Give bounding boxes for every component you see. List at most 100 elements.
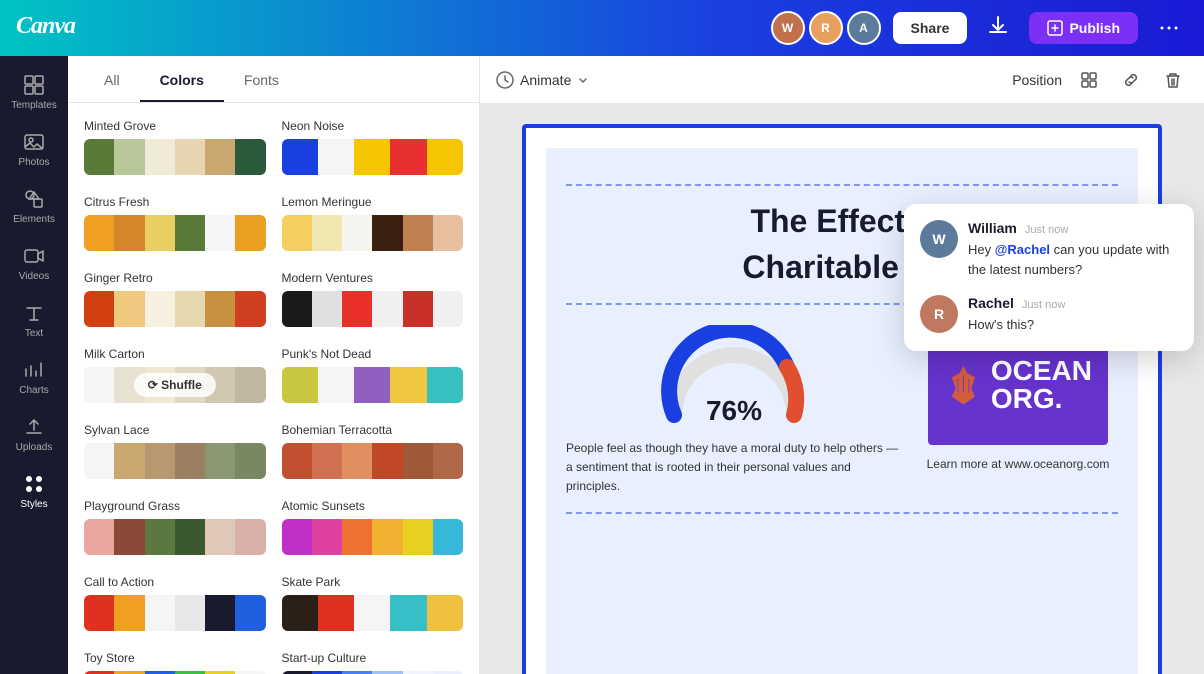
swatch [372, 443, 402, 479]
chat-time-william: Just now [1025, 224, 1068, 236]
chat-body-william: William Just now Hey @Rachel can you upd… [968, 220, 1178, 279]
palette-swatches-call-to-action [84, 595, 266, 631]
delete-button[interactable] [1158, 65, 1188, 95]
design-body: 76% People feel as though they have a mo… [566, 325, 1118, 497]
shuffle-button[interactable]: ⟳ Shuffle [134, 373, 216, 397]
swatch [318, 139, 354, 175]
swatch [84, 595, 114, 631]
canva-logo: Canva [16, 11, 86, 45]
sidebar-item-elements[interactable]: Elements [0, 178, 68, 235]
palette-playground-grass[interactable]: Playground Grass [84, 499, 266, 555]
chat-header-william: William Just now [968, 220, 1178, 236]
chat-text-william: Hey @Rachel can you update with the late… [968, 240, 1178, 279]
chat-avatar-william: W [920, 220, 958, 258]
palette-neon-noise[interactable]: Neon Noise [282, 119, 464, 175]
palette-name-startup-culture: Start-up Culture [282, 651, 464, 665]
swatch [205, 215, 235, 251]
swatch [84, 215, 114, 251]
palette-lemon-meringue[interactable]: Lemon Meringue [282, 195, 464, 251]
grid-button[interactable] [1074, 65, 1104, 95]
swatch [372, 215, 402, 251]
chat-header-rachel: Rachel Just now [968, 295, 1178, 311]
palette-swatches-skate-park [282, 595, 464, 631]
chat-avatar-rachel: R [920, 295, 958, 333]
sidebar-label-styles: Styles [20, 499, 47, 510]
palette-swatches-citrus-fresh [84, 215, 266, 251]
tab-colors[interactable]: Colors [140, 56, 224, 102]
palette-toy-store[interactable]: Toy Store [84, 651, 266, 674]
tab-fonts[interactable]: Fonts [224, 56, 299, 102]
link-button[interactable] [1116, 65, 1146, 95]
swatch [235, 367, 265, 403]
swatch [205, 519, 235, 555]
sidebar-item-videos[interactable]: Videos [0, 235, 68, 292]
swatch [84, 519, 114, 555]
swatch [372, 519, 402, 555]
sidebar-item-charts[interactable]: Charts [0, 349, 68, 406]
palette-swatches-sylvan-lace [84, 443, 266, 479]
avatar-group: W R A [771, 11, 881, 45]
swatch [390, 367, 426, 403]
palette-atomic-sunsets[interactable]: Atomic Sunsets [282, 499, 464, 555]
more-button[interactable] [1150, 9, 1188, 47]
swatch [282, 139, 318, 175]
swatch [354, 139, 390, 175]
sidebar-item-text[interactable]: Text [0, 292, 68, 349]
swatch [235, 519, 265, 555]
swatch [84, 291, 114, 327]
palette-name-punks-not-dead: Punk's Not Dead [282, 347, 464, 361]
swatch [342, 443, 372, 479]
palette-ginger-retro[interactable]: Ginger Retro [84, 271, 266, 327]
swatch [282, 215, 312, 251]
palette-bohemian-terracotta[interactable]: Bohemian Terracotta [282, 423, 464, 479]
palette-sylvan-lace[interactable]: Sylvan Lace [84, 423, 266, 479]
swatch [354, 367, 390, 403]
swatch [312, 443, 342, 479]
canvas-toolbar: Animate Position [480, 56, 1204, 104]
swatch [318, 595, 354, 631]
swatch [282, 519, 312, 555]
download-button[interactable] [979, 6, 1017, 50]
palette-name-lemon-meringue: Lemon Meringue [282, 195, 464, 209]
palette-swatches-atomic-sunsets [282, 519, 464, 555]
avatar-3: A [847, 11, 881, 45]
sidebar-item-templates[interactable]: Templates [0, 64, 68, 121]
palette-swatches-playground-grass [84, 519, 266, 555]
swatch [390, 595, 426, 631]
palette-punks-not-dead[interactable]: Punk's Not Dead [282, 347, 464, 403]
sidebar-item-uploads[interactable]: Uploads [0, 406, 68, 463]
palette-name-modern-ventures: Modern Ventures [282, 271, 464, 285]
palette-name-ginger-retro: Ginger Retro [84, 271, 266, 285]
animate-button[interactable]: Animate [496, 71, 589, 89]
design-body-text: People feel as though they have a moral … [566, 439, 902, 497]
swatch [205, 291, 235, 327]
palette-startup-culture[interactable]: Start-up Culture [282, 651, 464, 674]
palette-modern-ventures[interactable]: Modern Ventures [282, 271, 464, 327]
palette-skate-park[interactable]: Skate Park [282, 575, 464, 631]
palette-swatches-milk-carton: ⟳ Shuffle [84, 367, 266, 403]
share-button[interactable]: Share [893, 12, 968, 44]
swatch [114, 519, 144, 555]
swatch [427, 139, 463, 175]
avatar-2: R [809, 11, 843, 45]
palette-minted-grove[interactable]: Minted Grove [84, 119, 266, 175]
design-right: OCEAN ORG. Learn more at www.oceanorg.co… [918, 325, 1118, 497]
chat-message-rachel: R Rachel Just now How's this? [920, 295, 1178, 335]
sidebar-item-styles[interactable]: Styles [0, 463, 68, 520]
swatch [372, 291, 402, 327]
avatar-1: W [771, 11, 805, 45]
gauge-percent: 76% [706, 395, 762, 427]
swatch [145, 139, 175, 175]
sidebar-item-photos[interactable]: Photos [0, 121, 68, 178]
palettes-grid: Minted Grove Neon Noise Citrus Fresh Lemon … [84, 119, 463, 674]
tab-all[interactable]: All [84, 56, 140, 102]
position-button[interactable]: Position [1012, 72, 1062, 88]
palette-milk-carton[interactable]: Milk Carton⟳ Shuffle [84, 347, 266, 403]
palette-call-to-action[interactable]: Call to Action [84, 575, 266, 631]
publish-button[interactable]: Publish [1029, 12, 1138, 44]
palette-citrus-fresh[interactable]: Citrus Fresh [84, 195, 266, 251]
swatch [312, 291, 342, 327]
swatch [433, 519, 463, 555]
swatch [205, 443, 235, 479]
swatch [145, 291, 175, 327]
